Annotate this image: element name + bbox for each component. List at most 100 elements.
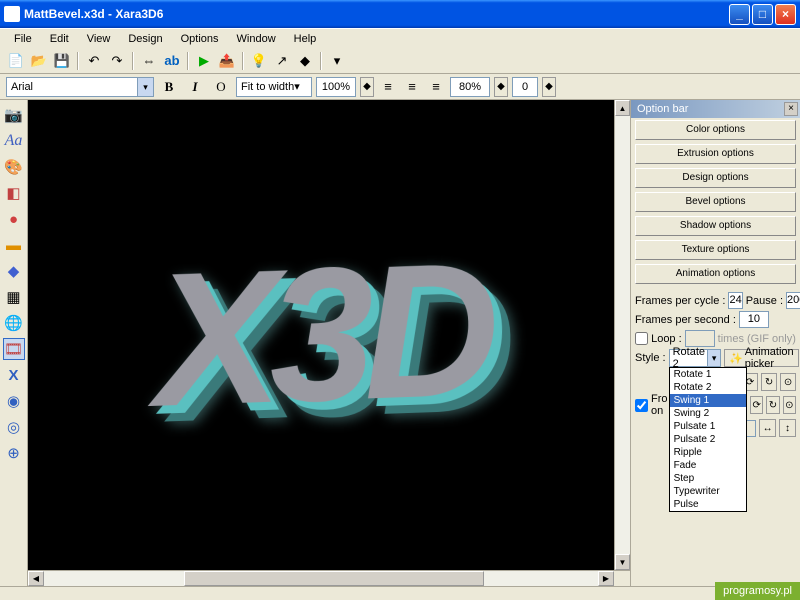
animation-options-button[interactable]: Animation options [635, 264, 796, 284]
menu-design[interactable]: Design [120, 31, 170, 47]
save-button[interactable]: 💾 [52, 51, 72, 71]
maximize-button[interactable]: □ [752, 4, 773, 25]
align-button[interactable]: ⇔ [139, 51, 159, 71]
style-option[interactable]: Rotate 2 [670, 381, 746, 394]
style-option[interactable]: Ripple [670, 446, 746, 459]
menu-help[interactable]: Help [286, 31, 325, 47]
panel-close-button[interactable]: × [784, 102, 798, 116]
fpc-input[interactable]: 24 [728, 292, 742, 309]
cube-icon[interactable]: ◧ [3, 182, 25, 204]
rot-z-button[interactable]: ↻ [761, 373, 777, 391]
redo-button[interactable]: ↷ [107, 51, 127, 71]
bevel-icon[interactable]: ▬ [3, 234, 25, 256]
toolbar-main: 📄 📂 💾 ↶ ↷ ⇔ ab ▶ 📤 💡 ↗ ◆ ▾ [0, 48, 800, 74]
fps-input[interactable]: 10 [739, 311, 769, 328]
style-option[interactable]: Fade [670, 459, 746, 472]
light-z-button[interactable]: ↻ [766, 396, 779, 414]
italic-button[interactable]: I [184, 77, 206, 97]
style-option[interactable]: Pulse [670, 498, 746, 511]
menu-window[interactable]: Window [229, 31, 284, 47]
extrusion-options-button[interactable]: Extrusion options [635, 144, 796, 164]
color-options-button[interactable]: Color options [635, 120, 796, 140]
tracking-spinner[interactable]: ◆ [494, 77, 508, 97]
shape-button[interactable]: ◆ [295, 51, 315, 71]
kerning-input[interactable]: 0 [512, 77, 538, 97]
scroll-right-button[interactable]: ▶ [598, 571, 614, 586]
cursor-button[interactable]: ↗ [272, 51, 292, 71]
scroll-track[interactable] [615, 116, 630, 554]
light-reset-button[interactable]: ⊙ [783, 396, 796, 414]
scroll-left-button[interactable]: ◀ [28, 571, 44, 586]
scroll-thumb[interactable] [184, 571, 484, 586]
animation-picker-button[interactable]: ✨ Animation picker [724, 349, 799, 367]
preview-icon[interactable]: ◉ [3, 390, 25, 412]
style-option[interactable]: Swing 1 [670, 394, 746, 407]
zoom-input[interactable]: 100% [316, 77, 356, 97]
camera-icon[interactable]: 📷 [3, 104, 25, 126]
close-button[interactable]: × [775, 4, 796, 25]
undo-button[interactable]: ↶ [84, 51, 104, 71]
font-select-value: Arial [11, 81, 33, 93]
style-dropdown: Rotate 1 Rotate 2 Swing 1 Swing 2 Pulsat… [669, 367, 747, 512]
text-icon[interactable]: Aa [3, 130, 25, 152]
align-right-button[interactable]: ≡ [426, 77, 446, 97]
style-select[interactable]: Rotate 2 ▾ Rotate 1 Rotate 2 Swing 1 Swi… [669, 349, 721, 367]
canvas[interactable]: X3D [28, 100, 614, 570]
minimize-button[interactable]: _ [729, 4, 750, 25]
x-logo-icon[interactable]: X [3, 364, 25, 386]
style-option[interactable]: Step [670, 472, 746, 485]
outline-button[interactable]: O [210, 77, 232, 97]
scroll-up-button[interactable]: ▲ [615, 100, 630, 116]
export2-icon[interactable]: ⊕ [3, 442, 25, 464]
light-y-button[interactable]: ⟳ [750, 396, 763, 414]
loop-checkbox[interactable] [635, 332, 648, 345]
menu-file[interactable]: File [6, 31, 40, 47]
text-tool-button[interactable]: ab [162, 51, 182, 71]
texture-options-button[interactable]: Texture options [635, 240, 796, 260]
animation-icon[interactable]: 🎞 [3, 338, 25, 360]
pause-input[interactable]: 200cs [786, 292, 800, 309]
globe-icon[interactable]: 🌐 [3, 312, 25, 334]
dropdown-button[interactable]: ▾ [327, 51, 347, 71]
rot-reset-button[interactable]: ⊙ [780, 373, 796, 391]
separator [132, 52, 134, 70]
sphere-icon[interactable]: ● [3, 208, 25, 230]
menu-view[interactable]: View [79, 31, 119, 47]
bulb-icon[interactable]: 💡 [249, 51, 269, 71]
front-checkbox[interactable] [635, 399, 648, 412]
render-icon[interactable]: ◎ [3, 416, 25, 438]
chevron-down-icon: ▾ [294, 80, 300, 93]
align-center-button[interactable]: ≡ [402, 77, 422, 97]
design-options-button[interactable]: Design options [635, 168, 796, 188]
chevron-down-icon: ▾ [707, 350, 720, 366]
font-select[interactable]: Arial ▾ [6, 77, 154, 97]
horizontal-scrollbar[interactable]: ◀ ▶ [28, 570, 614, 586]
zoom-spinner[interactable]: ◆ [360, 77, 374, 97]
style-option[interactable]: Swing 2 [670, 407, 746, 420]
texture-icon[interactable]: ▦ [3, 286, 25, 308]
scroll-track[interactable] [484, 571, 598, 586]
bold-button[interactable]: B [158, 77, 180, 97]
menu-edit[interactable]: Edit [42, 31, 77, 47]
export-button[interactable]: 📤 [217, 51, 237, 71]
menu-options[interactable]: Options [173, 31, 227, 47]
kerning-spinner[interactable]: ◆ [542, 77, 556, 97]
diamond-icon[interactable]: ◆ [3, 260, 25, 282]
style-option[interactable]: Rotate 1 [670, 368, 746, 381]
wave-h-button[interactable]: ↔ [759, 419, 776, 437]
palette-icon[interactable]: 🎨 [3, 156, 25, 178]
align-left-button[interactable]: ≡ [378, 77, 398, 97]
tracking-input[interactable]: 80% [450, 77, 490, 97]
style-option[interactable]: Pulsate 1 [670, 420, 746, 433]
bevel-options-button[interactable]: Bevel options [635, 192, 796, 212]
style-option[interactable]: Typewriter [670, 485, 746, 498]
open-button[interactable]: 📂 [29, 51, 49, 71]
new-button[interactable]: 📄 [6, 51, 26, 71]
style-option[interactable]: Pulsate 2 [670, 433, 746, 446]
vertical-scrollbar[interactable]: ▲ ▼ [614, 100, 630, 570]
wave-v-button[interactable]: ↕ [779, 419, 796, 437]
shadow-options-button[interactable]: Shadow options [635, 216, 796, 236]
scroll-down-button[interactable]: ▼ [615, 554, 630, 570]
play-button[interactable]: ▶ [194, 51, 214, 71]
fit-select[interactable]: Fit to width ▾ [236, 77, 312, 97]
